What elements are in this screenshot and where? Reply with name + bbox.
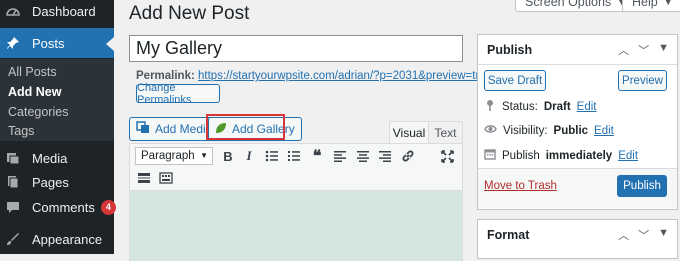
publish-date-edit-link[interactable]: Edit bbox=[618, 150, 638, 162]
format-panel: Format ︿ ﹀ ▼ bbox=[477, 219, 678, 259]
chevron-up-icon[interactable]: ︿ bbox=[618, 227, 629, 243]
admin-sidebar: Dashboard Posts All Posts Add New Catego… bbox=[0, 0, 116, 254]
sidebar-item-label: Appearance bbox=[32, 231, 103, 247]
format-select-value: Paragraph bbox=[141, 150, 195, 162]
sidebar-item-comments[interactable]: Comments 4 bbox=[0, 192, 116, 222]
page-title: Add New Post bbox=[129, 3, 250, 24]
editor-content-area[interactable] bbox=[129, 191, 463, 261]
chevron-up-icon[interactable]: ︿ bbox=[618, 42, 629, 58]
link-icon[interactable] bbox=[399, 147, 417, 165]
visibility-row: Visibility: Public Edit bbox=[484, 124, 614, 137]
preview-button[interactable]: Preview bbox=[618, 70, 667, 91]
sidebar-item-label: Posts bbox=[32, 35, 65, 51]
media-icon bbox=[6, 151, 20, 165]
media-icon bbox=[136, 121, 150, 137]
format-select[interactable]: Paragraph ▼ bbox=[135, 147, 213, 165]
chevron-down-icon[interactable]: ﹀ bbox=[638, 42, 649, 58]
appearance-icon bbox=[6, 232, 20, 246]
visibility-label: Visibility: bbox=[503, 124, 548, 137]
dashboard-icon bbox=[6, 4, 20, 18]
visibility-edit-link[interactable]: Edit bbox=[594, 125, 614, 137]
chevron-down-icon[interactable]: ﹀ bbox=[638, 227, 649, 243]
publish-date-label: Publish bbox=[502, 149, 540, 162]
move-to-trash-link[interactable]: Move to Trash bbox=[484, 180, 557, 192]
bold-icon[interactable]: B bbox=[219, 147, 237, 165]
sidebar-item-appearance[interactable]: Appearance bbox=[0, 224, 114, 254]
comments-icon bbox=[6, 200, 20, 214]
publish-button[interactable]: Publish bbox=[617, 175, 667, 197]
submenu-categories[interactable]: Categories bbox=[8, 105, 68, 119]
posts-submenu: All Posts Add New Categories Tags bbox=[0, 59, 114, 141]
status-label: Status: bbox=[502, 101, 538, 113]
blockquote-icon[interactable]: ❝ bbox=[308, 147, 326, 165]
align-right-icon[interactable] bbox=[376, 147, 394, 165]
toolbar-toggle-icon[interactable] bbox=[157, 169, 175, 187]
caret-down-icon: ▼ bbox=[663, 0, 673, 7]
pin-icon bbox=[6, 36, 20, 50]
permalink-link[interactable]: https://startyourwpsite.com/adrian/?p=20… bbox=[198, 70, 492, 82]
fullscreen-icon[interactable] bbox=[438, 147, 456, 165]
status-edit-link[interactable]: Edit bbox=[577, 101, 597, 113]
permalink-row: Permalink: https://startyourwpsite.com/a… bbox=[136, 70, 492, 82]
align-left-icon[interactable] bbox=[331, 147, 349, 165]
sidebar-item-label: Media bbox=[32, 150, 68, 166]
calendar-icon bbox=[484, 148, 496, 163]
status-value: Draft bbox=[543, 101, 571, 113]
numbered-list-icon[interactable] bbox=[285, 147, 303, 165]
post-title-input[interactable]: My Gallery bbox=[129, 35, 463, 62]
screen-options-label: Screen Options bbox=[525, 0, 612, 9]
eye-icon bbox=[484, 124, 497, 137]
caret-down-icon[interactable]: ▼ bbox=[658, 227, 669, 243]
help-label: Help bbox=[632, 0, 658, 9]
caret-down-icon[interactable]: ▼ bbox=[658, 42, 669, 58]
comments-count-badge: 4 bbox=[100, 199, 116, 215]
pin-icon bbox=[484, 99, 496, 115]
sidebar-item-label: Dashboard bbox=[32, 3, 96, 19]
status-row: Status: Draft Edit bbox=[484, 99, 596, 115]
add-media-label: Add Media bbox=[155, 122, 213, 136]
publish-date-value: immediately bbox=[545, 149, 613, 162]
align-center-icon[interactable] bbox=[354, 147, 372, 165]
tab-visual[interactable]: Visual bbox=[389, 121, 429, 143]
bulleted-list-icon[interactable] bbox=[263, 147, 281, 165]
tab-text[interactable]: Text bbox=[429, 121, 463, 143]
help-button[interactable]: Help ▼ bbox=[622, 0, 680, 12]
visibility-value: Public bbox=[553, 124, 589, 137]
change-permalinks-button[interactable]: Change Permalinks bbox=[136, 82, 220, 106]
read-more-icon[interactable] bbox=[135, 169, 153, 187]
sidebar-item-label: Pages bbox=[32, 174, 69, 190]
add-gallery-highlight bbox=[206, 114, 285, 140]
submenu-all-posts[interactable]: All Posts bbox=[8, 65, 57, 79]
sidebar-item-dashboard[interactable]: Dashboard bbox=[0, 0, 114, 26]
publish-date-row: Publish immediately Edit bbox=[484, 148, 638, 163]
save-draft-button[interactable]: Save Draft bbox=[484, 70, 546, 91]
submenu-tags[interactable]: Tags bbox=[8, 124, 34, 138]
pages-icon bbox=[6, 175, 20, 189]
permalink-label: Permalink: bbox=[136, 70, 195, 82]
italic-icon[interactable]: I bbox=[240, 147, 258, 165]
caret-down-icon: ▼ bbox=[200, 151, 208, 160]
format-panel-controls: ︿ ﹀ ▼ bbox=[618, 227, 669, 243]
publish-panel-controls: ︿ ﹀ ▼ bbox=[618, 42, 669, 58]
sidebar-item-label: Comments bbox=[32, 199, 95, 215]
screen-options-button[interactable]: Screen Options ▼ bbox=[515, 0, 637, 12]
sidebar-item-posts[interactable]: Posts bbox=[0, 28, 114, 58]
submenu-add-new[interactable]: Add New bbox=[8, 85, 61, 99]
